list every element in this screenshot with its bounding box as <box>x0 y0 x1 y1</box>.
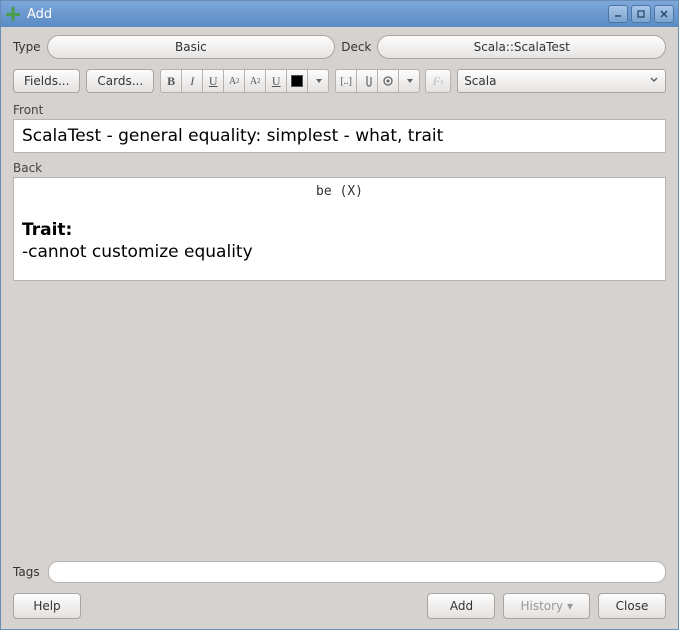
front-content: ScalaTest - general equality: simplest -… <box>22 126 443 146</box>
window-title: Add <box>27 7 608 22</box>
highlight-language-value: Scala <box>464 74 496 88</box>
color-picker-icon[interactable] <box>307 69 329 93</box>
back-label: Back <box>13 161 666 175</box>
underline-icon[interactable]: U <box>202 69 224 93</box>
deck-label: Deck <box>341 40 371 54</box>
type-value: Basic <box>175 40 207 54</box>
subscript-icon[interactable]: A2 <box>244 69 266 93</box>
clear-format-icon[interactable]: U <box>265 69 287 93</box>
cloze-icon[interactable]: [..] <box>335 69 357 93</box>
tags-label: Tags <box>13 565 40 579</box>
close-window-button[interactable] <box>654 5 674 23</box>
type-deck-row: Type Basic Deck Scala::ScalaTest <box>13 35 666 59</box>
highlight-toggle-icon[interactable]: Fx <box>425 69 451 93</box>
app-icon <box>5 6 21 22</box>
record-icon[interactable] <box>377 69 399 93</box>
chevron-down-icon <box>649 75 659 88</box>
highlight-language-dropdown[interactable]: Scala <box>457 69 666 93</box>
back-code-line: be (X) <box>22 184 657 200</box>
minimize-button[interactable] <box>608 5 628 23</box>
editor-toolbar: Fields... Cards... B I U A2 A2 U [..] <box>13 69 666 93</box>
back-body-line: -cannot customize equality <box>22 242 253 262</box>
type-selector-button[interactable]: Basic <box>47 35 336 59</box>
superscript-icon[interactable]: A2 <box>223 69 245 93</box>
front-field[interactable]: ScalaTest - general equality: simplest -… <box>13 119 666 153</box>
close-button[interactable]: Close <box>598 593 666 619</box>
deck-selector-button[interactable]: Scala::ScalaTest <box>377 35 666 59</box>
bold-icon[interactable]: B <box>160 69 182 93</box>
attach-icon[interactable] <box>356 69 378 93</box>
format-group-1: B I U A2 A2 U <box>160 69 329 93</box>
type-label: Type <box>13 40 41 54</box>
foreground-color-icon[interactable] <box>286 69 308 93</box>
italic-icon[interactable]: I <box>181 69 203 93</box>
add-dialog-window: Add Type Basic Deck Scala::ScalaTest <box>0 0 679 630</box>
spacer <box>13 289 666 555</box>
help-button[interactable]: Help <box>13 593 81 619</box>
dialog-content: Type Basic Deck Scala::ScalaTest Fields.… <box>1 27 678 629</box>
history-button[interactable]: History ▾ <box>503 593 590 619</box>
back-field[interactable]: be (X) Trait: -cannot customize equality <box>13 177 666 281</box>
deck-value: Scala::ScalaTest <box>474 40 570 54</box>
format-group-2: [..] <box>335 69 420 93</box>
back-heading: Trait: <box>22 220 72 240</box>
front-label: Front <box>13 103 666 117</box>
more-icon[interactable] <box>398 69 420 93</box>
fields-button[interactable]: Fields... <box>13 69 80 93</box>
cards-button[interactable]: Cards... <box>86 69 154 93</box>
add-button[interactable]: Add <box>427 593 495 619</box>
maximize-button[interactable] <box>631 5 651 23</box>
bottom-button-row: Help Add History ▾ Close <box>13 593 666 619</box>
titlebar[interactable]: Add <box>1 1 678 27</box>
tags-input[interactable] <box>48 561 666 583</box>
tags-row: Tags <box>13 561 666 583</box>
